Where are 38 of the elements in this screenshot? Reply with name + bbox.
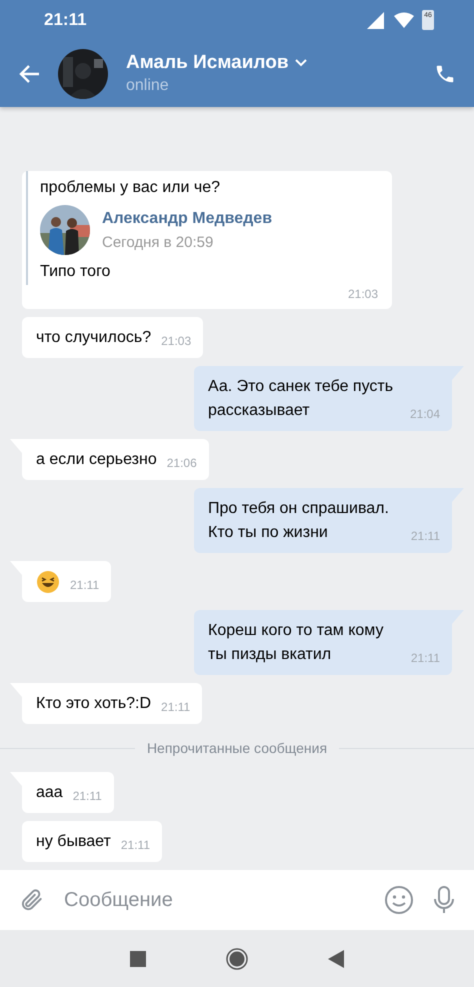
message-time: 21:03 <box>348 286 378 303</box>
forwarded-author[interactable]: Александр Медведев <box>102 210 272 228</box>
microphone-icon[interactable] <box>432 885 456 915</box>
back-icon[interactable] <box>328 950 344 968</box>
message-time: 21:04 <box>410 406 440 423</box>
message-time: 21:11 <box>410 528 440 545</box>
message-text: ну бывает <box>36 832 111 852</box>
message-time: 21:03 <box>161 333 192 350</box>
forwarded-date: Сегодня в 20:59 <box>102 234 214 250</box>
message-time: 21:11 <box>72 788 102 805</box>
message-time: 21:11 <box>120 837 150 854</box>
message-text: Типо того <box>40 263 112 281</box>
laughing-emoji-icon <box>36 570 60 594</box>
online-status: online <box>126 77 170 95</box>
message-time: 21:06 <box>166 455 197 472</box>
message-time: 21:11 <box>410 650 440 667</box>
status-time: 21:11 <box>44 10 88 30</box>
message-time: 21:11 <box>70 577 100 594</box>
smiley-icon[interactable] <box>384 885 414 915</box>
chevron-down-icon[interactable] <box>294 59 307 67</box>
message-time: 21:11 <box>161 699 190 716</box>
contact-name[interactable]: Амаль Исмаилов <box>126 52 289 74</box>
message-text: Про тебя он спрашивал. Кто ты по жизни <box>208 499 390 543</box>
signal-icon <box>367 12 384 28</box>
message-text: проблемы у вас или че? <box>40 179 221 197</box>
message-input[interactable]: Сообщение <box>62 888 366 912</box>
message-text: Кто это хоть?:D <box>36 694 152 714</box>
back-arrow-icon[interactable] <box>18 64 40 84</box>
unread-divider-label: Непрочитанные сообщения <box>146 740 328 756</box>
message-composer[interactable]: Сообщение <box>0 870 474 930</box>
message-text: ааа <box>36 783 63 803</box>
recents-icon[interactable] <box>130 950 146 966</box>
message-text: что случилось? <box>36 328 152 348</box>
message-text: Аа. Это санек тебе пусть рассказывает <box>208 377 394 421</box>
wifi-icon <box>394 12 414 28</box>
message-text: Кореш кого то там кому ты пизды вкатил <box>208 621 384 665</box>
message-text: а если серьезно <box>36 450 157 470</box>
home-icon[interactable] <box>226 948 248 970</box>
